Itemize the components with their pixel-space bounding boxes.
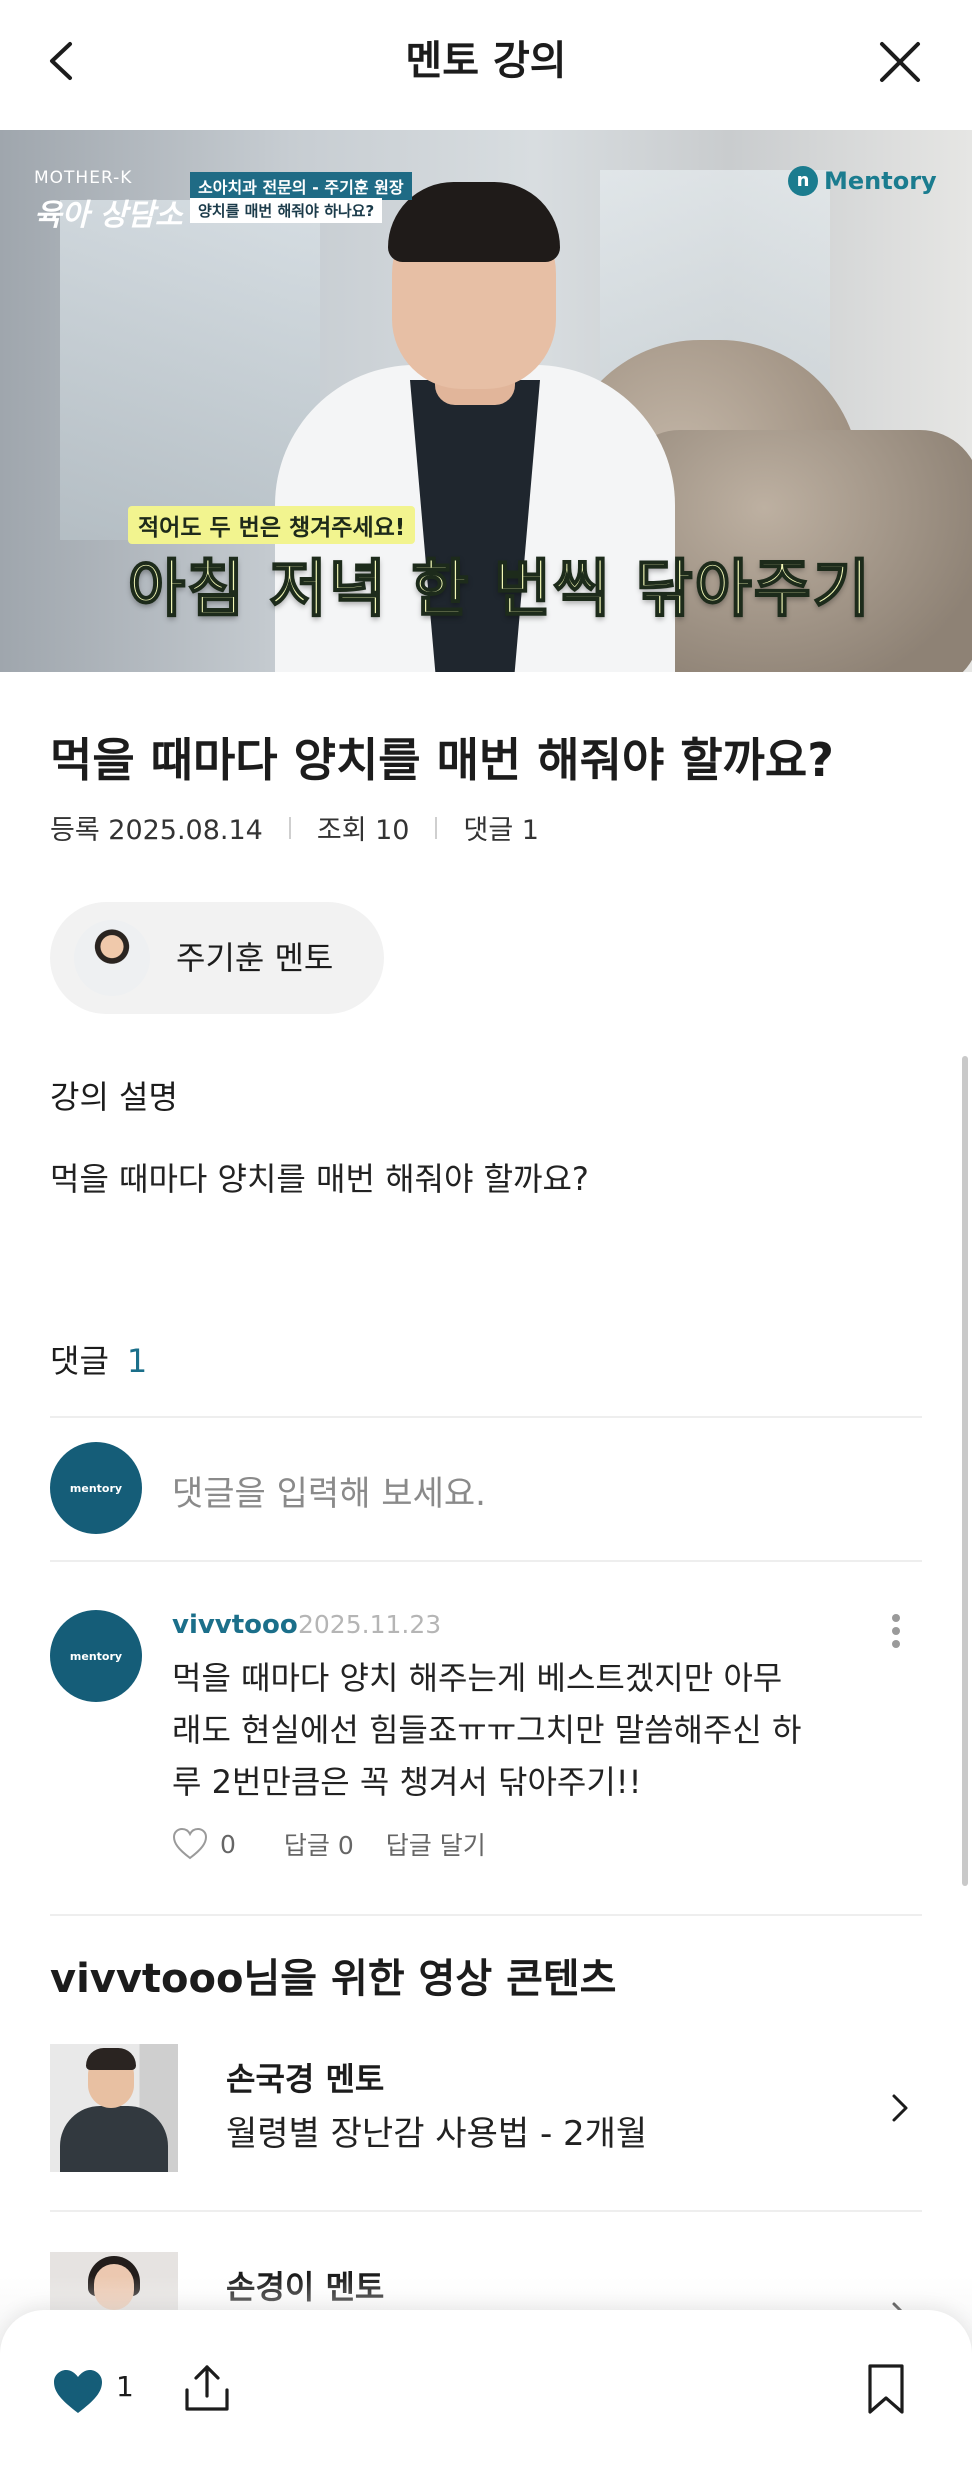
comment-count: 댓글 1 xyxy=(463,815,539,846)
meta-divider xyxy=(435,816,438,839)
more-options-icon[interactable] xyxy=(892,1614,902,1654)
meta-divider xyxy=(288,816,291,839)
brand-main: 육아 상담소 xyxy=(34,198,183,233)
recommend-title: vivvtooo님을 위한 영상 콘텐츠 xyxy=(50,1956,617,2002)
description-text: 먹을 때마다 양치를 매번 해줘야 할까요? xyxy=(50,1160,589,1198)
bottom-action-bar: 1 xyxy=(0,2310,972,2476)
share-icon[interactable] xyxy=(182,2362,232,2414)
heart-filled-icon[interactable] xyxy=(52,2368,104,2416)
comment-date: 2025.11.23 xyxy=(298,1610,442,1639)
video-player[interactable]: MOTHER-K 육아 상담소 소아치과 전문의 - 주기훈 원장 양치를 매번… xyxy=(0,130,972,672)
comments-count: 1 xyxy=(126,1342,148,1380)
doctor-hair xyxy=(388,182,560,262)
comments-label: 댓글 xyxy=(50,1342,109,1380)
mentor-chip[interactable]: 주기훈 멘토 xyxy=(50,902,384,1014)
recommend-thumbnail xyxy=(50,2044,178,2172)
my-avatar: mentory xyxy=(50,1442,142,1534)
description-label: 강의 설명 xyxy=(50,1078,178,1116)
reply-count[interactable]: 답글 0 xyxy=(284,1826,354,1862)
comment-input[interactable]: 댓글을 입력해 보세요. xyxy=(172,1466,486,1515)
page-title: 멘토 강의 xyxy=(405,38,567,84)
write-reply-button[interactable]: 답글 달기 xyxy=(386,1826,486,1862)
lecture-meta: 등록 2025.08.14 조회 10 댓글 1 xyxy=(50,808,539,847)
chevron-right-icon xyxy=(892,2094,908,2122)
comment-body: 먹을 때마다 양치 해주는게 베스트겠지만 아무 래도 현실에선 힘들죠ㅠㅠ그치… xyxy=(172,1652,832,1808)
registered-date: 등록 2025.08.14 xyxy=(50,815,263,846)
comment-like-count: 0 xyxy=(220,1829,236,1859)
recommend-subtitle: 월령별 장난감 사용법 - 2개월 xyxy=(226,2114,648,2154)
top-app-bar: 멘토 강의 xyxy=(0,0,972,130)
comment-line: 먹을 때마다 양치 해주는게 베스트겠지만 아무 xyxy=(172,1659,783,1697)
mentory-logo-icon: n xyxy=(788,166,818,196)
comment-username[interactable]: vivvtooo xyxy=(172,1610,298,1640)
mentor-avatar xyxy=(74,920,150,996)
heart-outline-icon[interactable] xyxy=(172,1827,208,1861)
divider xyxy=(50,2210,922,2212)
brand-small: MOTHER-K xyxy=(34,168,133,188)
comment-actions: 0 답글 0 답글 달기 xyxy=(172,1826,486,1862)
comments-header: 댓글 1 xyxy=(50,1336,147,1382)
recommend-mentor: 손국경 멘토 xyxy=(226,2060,385,2098)
divider xyxy=(50,1914,922,1916)
commenter-avatar: mentory xyxy=(50,1610,142,1702)
mentory-mini-logo: mentory xyxy=(69,1481,123,1495)
recommend-item[interactable]: 손국경 멘토 월령별 장난감 사용법 - 2개월 xyxy=(50,2044,922,2172)
mentor-name: 주기훈 멘토 xyxy=(176,939,334,977)
close-icon[interactable] xyxy=(874,36,926,88)
scrollbar[interactable] xyxy=(962,1056,968,1886)
bookmark-icon[interactable] xyxy=(866,2362,906,2416)
mentory-logo: n Mentory xyxy=(788,166,937,196)
divider xyxy=(50,1416,922,1418)
view-count: 조회 10 xyxy=(316,815,410,846)
lecture-title: 먹을 때마다 양치를 매번 해줘야 할까요? xyxy=(50,733,834,787)
video-tag-topic: 양치를 매번 해줘야 하나요? xyxy=(190,198,383,223)
video-tag-speaker: 소아치과 전문의 - 주기훈 원장 xyxy=(190,172,412,200)
mentory-logo-text: Mentory xyxy=(824,167,937,195)
divider xyxy=(50,1560,922,1562)
comment-line: 루 2번만큼은 꼭 챙겨서 닦아주기!! xyxy=(172,1763,642,1801)
comment-line: 래도 현실에선 힘들죠ㅠㅠ그치만 말씀해주신 하 xyxy=(172,1711,802,1749)
video-brand: MOTHER-K 육아 상담소 xyxy=(34,168,182,234)
like-count: 1 xyxy=(116,2370,134,2403)
video-caption-big: 아침 저녁 한 번씩 닦아주기 xyxy=(127,551,872,626)
mentory-mini-logo: mentory xyxy=(69,1649,123,1663)
